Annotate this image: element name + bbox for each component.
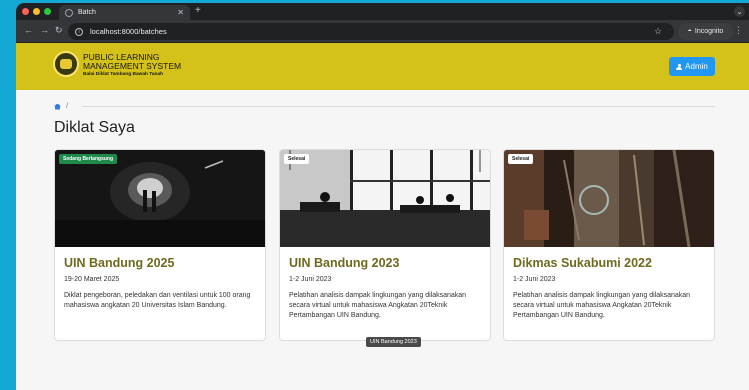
status-badge: Selesai (508, 154, 534, 164)
browser-window: Batch ✕ + ⌄ ← → ↻ i localhost:8000/batch… (16, 3, 749, 390)
tab-close-icon[interactable]: ✕ (177, 8, 184, 17)
card-description: Diklat pengeboran, peledakan dan ventila… (64, 292, 251, 309)
batch-card[interactable]: Selesai Dikmas Sukabumi 2022 1-2 Juni 20… (503, 149, 715, 341)
browser-tab[interactable]: Batch ✕ (59, 5, 190, 20)
tab-search-icon[interactable]: ⌄ (734, 6, 745, 17)
tunnel-photo (55, 150, 265, 247)
card-title[interactable]: UIN Bandung 2023 (289, 256, 481, 270)
breadcrumb-divider (82, 106, 715, 107)
card-date: 1-2 Juni 2023 (513, 276, 556, 283)
status-badge: Sedang Berlangsung (59, 154, 118, 164)
page-title: Diklat Saya (54, 119, 135, 136)
url-text: localhost:8000/batches (90, 27, 167, 36)
reload-icon[interactable]: ↻ (55, 25, 63, 36)
admin-button-label: Admin (685, 62, 708, 71)
card-image[interactable]: Selesai (280, 150, 490, 247)
workshop-photo (504, 150, 714, 247)
maximize-window-icon[interactable] (44, 8, 51, 15)
close-window-icon[interactable] (22, 8, 29, 15)
incognito-icon: ◓ (687, 28, 692, 35)
tab-title: Batch (78, 9, 96, 16)
brand-line-2: MANAGEMENT SYSTEM (83, 61, 182, 71)
brand[interactable]: PUBLIC LEARNING MANAGEMENT SYSTEM Balai … (83, 53, 181, 78)
status-badge: Selesai (284, 154, 310, 164)
institution-logo[interactable] (53, 51, 79, 77)
tab-strip: Batch ✕ + ⌄ (16, 3, 749, 20)
globe-icon (65, 8, 73, 17)
breadcrumb: / (54, 103, 68, 110)
new-tab-button[interactable]: + (195, 5, 201, 16)
site-info-icon[interactable]: i (75, 27, 83, 36)
address-bar[interactable]: i localhost:8000/batches (68, 23, 674, 40)
incognito-indicator[interactable]: ◓ Incognito (678, 23, 733, 40)
batch-card[interactable]: Sedang Berlangsung UIN Bandung 2025 19-2… (54, 149, 266, 341)
browser-toolbar: ← → ↻ i localhost:8000/batches ☆ ◓ Incog… (16, 20, 749, 43)
card-title[interactable]: UIN Bandung 2025 (64, 256, 256, 270)
card-title[interactable]: Dikmas Sukabumi 2022 (513, 256, 705, 270)
card-date: 1-2 Juni 2023 (289, 276, 332, 283)
user-icon (676, 63, 683, 70)
incognito-label: Incognito (694, 28, 724, 35)
minimize-window-icon[interactable] (33, 8, 40, 15)
batch-card[interactable]: Selesai UIN Bandung 2023 1-2 Juni 2023 P… (279, 149, 491, 341)
forward-icon[interactable]: → (40, 25, 49, 35)
card-date: 19-20 Maret 2025 (64, 276, 120, 283)
bookmark-star-icon[interactable]: ☆ (654, 26, 662, 37)
brand-subtitle: Balai Diklat Tambang Bawah Tanah (83, 72, 164, 77)
tooltip: UIN Bandung 2023 (366, 337, 421, 347)
card-image[interactable]: Sedang Berlangsung (55, 150, 265, 247)
back-icon[interactable]: ← (24, 25, 33, 35)
home-icon[interactable] (54, 103, 61, 110)
breadcrumb-separator: / (66, 103, 68, 110)
card-description: Pelatihan analisis dampak lingkungan yan… (289, 292, 467, 319)
admin-button[interactable]: Admin (669, 57, 715, 76)
card-image[interactable]: Selesai (504, 150, 714, 247)
browser-menu-icon[interactable]: ⋮ (734, 25, 743, 36)
library-photo (280, 150, 490, 247)
site-header: PUBLIC LEARNING MANAGEMENT SYSTEM Balai … (16, 43, 749, 90)
card-description: Pelatihan analisis dampak lingkungan yan… (513, 292, 691, 319)
